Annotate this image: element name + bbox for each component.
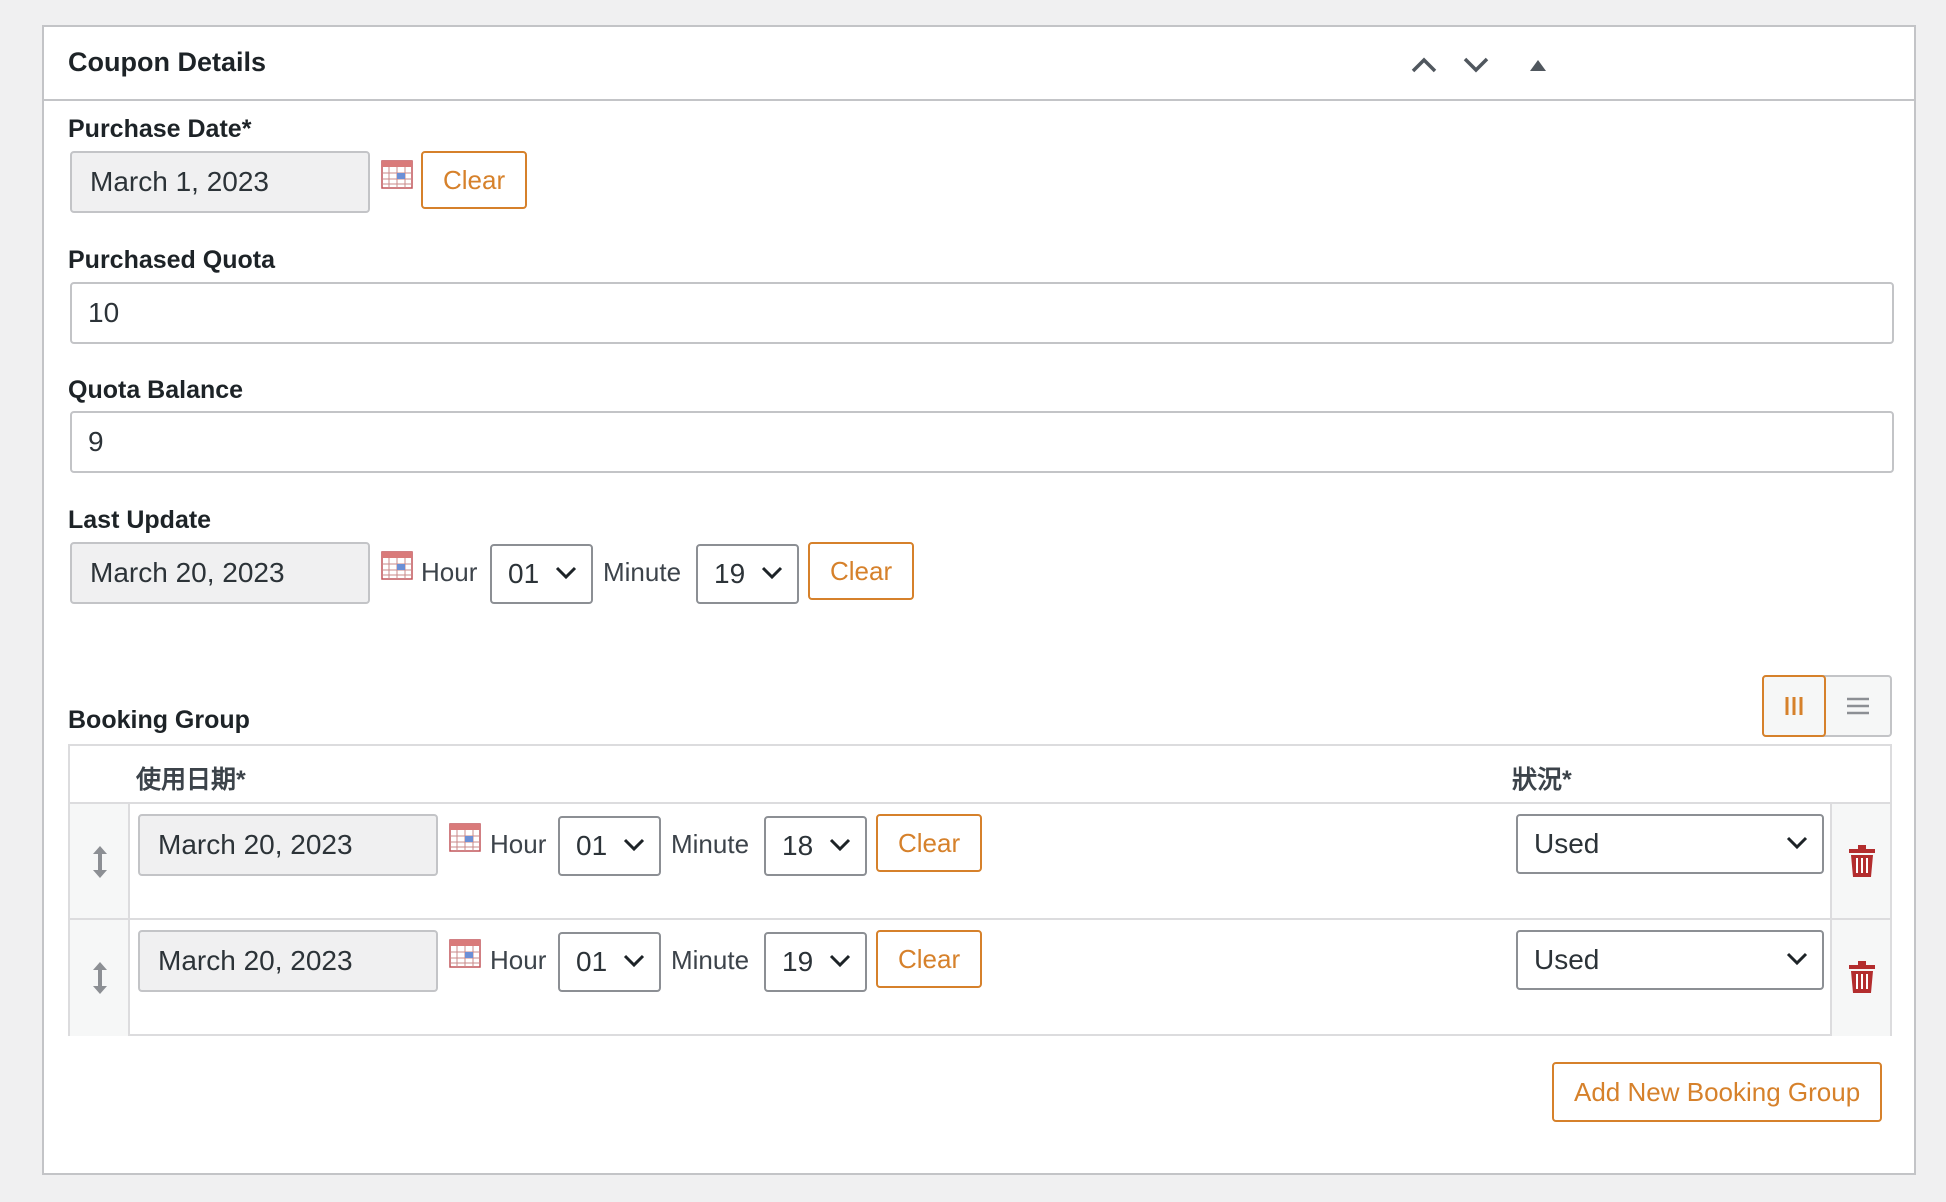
layout-toggle [1762, 675, 1892, 737]
chevron-down-icon [761, 566, 783, 580]
table-layout-button[interactable] [1762, 675, 1826, 737]
chevron-down-icon [829, 954, 851, 968]
quota-balance-input[interactable]: 9 [70, 411, 1894, 473]
move-up-button[interactable] [1404, 45, 1444, 85]
row-date-input[interactable]: March 20, 2023 [138, 930, 438, 992]
last-update-hour-label: Hour [421, 557, 478, 587]
panel-title: Coupon Details [68, 47, 267, 77]
quota-balance-label: Quota Balance [68, 376, 244, 404]
chevron-down-icon [1786, 952, 1808, 966]
row-minute-select[interactable]: 19 [764, 932, 867, 992]
column-header-usage-date: 使用日期* [136, 766, 246, 794]
chevron-down-icon [829, 838, 851, 852]
table-row: March 20, 2023 Hour 01 Minute 18 Clear U… [70, 804, 1890, 920]
row-clear-button[interactable]: Clear [876, 930, 983, 988]
row-clear-button[interactable]: Clear [876, 814, 983, 872]
row-minute-select[interactable]: 18 [764, 816, 867, 876]
table-row: March 20, 2023 Hour 01 Minute 19 Clear U… [70, 920, 1890, 1036]
table-header: 使用日期* 狀況* [70, 746, 1890, 804]
last-update-date-input[interactable]: March 20, 2023 [70, 542, 370, 604]
drag-handle-icon[interactable] [88, 960, 112, 996]
drag-handle-icon[interactable] [88, 844, 112, 880]
chevron-down-icon [555, 566, 577, 580]
purchase-date-label: Purchase Date* [68, 115, 252, 143]
booking-group-label: Booking Group [68, 706, 250, 734]
row-hour-select[interactable]: 01 [558, 932, 661, 992]
booking-group-table: 使用日期* 狀況* March 20, 2023 Hour 01 Minute … [68, 744, 1892, 1036]
calendar-icon[interactable] [449, 938, 481, 968]
row-handle-cell [70, 804, 130, 918]
last-update-label: Last Update [68, 506, 212, 534]
row-hour-label: Hour [490, 829, 547, 859]
chevron-down-icon [1786, 836, 1808, 850]
row-handle-cell [70, 920, 130, 1036]
calendar-icon[interactable] [381, 550, 413, 580]
last-update-clear-button[interactable]: Clear [808, 542, 915, 600]
chevron-down-icon [1463, 57, 1489, 73]
last-update-minute-value: 19 [714, 558, 746, 589]
add-new-booking-group-button[interactable]: Add New Booking Group [1552, 1062, 1883, 1122]
row-status-select[interactable]: Used [1516, 814, 1824, 874]
row-minute-label: Minute [671, 945, 750, 975]
row-status-value: Used [1534, 944, 1600, 975]
triangle-up-icon [1530, 60, 1546, 71]
chevron-down-icon [623, 954, 645, 968]
row-hour-value: 01 [576, 830, 608, 861]
last-update-hour-select[interactable]: 01 [490, 544, 593, 604]
row-minute-value: 19 [782, 946, 814, 977]
purchased-quota-input[interactable]: 10 [70, 282, 1894, 344]
row-hour-label: Hour [490, 945, 547, 975]
row-minute-label: Minute [671, 829, 750, 859]
purchased-quota-label: Purchased Quota [68, 246, 275, 274]
trash-icon[interactable] [1848, 960, 1876, 994]
last-update-hour-value: 01 [508, 558, 540, 589]
row-hour-select[interactable]: 01 [558, 816, 661, 876]
row-delete-cell [1830, 920, 1890, 1036]
rows-icon [1847, 697, 1869, 715]
block-layout-button[interactable] [1826, 677, 1890, 735]
row-status-value: Used [1534, 828, 1600, 859]
move-down-button[interactable] [1456, 45, 1496, 85]
row-status-select[interactable]: Used [1516, 930, 1824, 990]
chevron-down-icon [623, 838, 645, 852]
row-date-input[interactable]: March 20, 2023 [138, 814, 438, 876]
calendar-icon[interactable] [381, 159, 413, 189]
panel-header: Coupon Details [44, 27, 1914, 101]
calendar-icon[interactable] [449, 822, 481, 852]
last-update-minute-select[interactable]: 19 [696, 544, 799, 604]
collapse-toggle-button[interactable] [1518, 45, 1558, 85]
purchase-date-input[interactable]: March 1, 2023 [70, 151, 370, 213]
row-hour-value: 01 [576, 946, 608, 977]
row-delete-cell [1830, 804, 1890, 918]
purchase-date-clear-button[interactable]: Clear [421, 151, 528, 209]
trash-icon[interactable] [1848, 844, 1876, 878]
last-update-minute-label: Minute [603, 557, 682, 587]
row-minute-value: 18 [782, 830, 814, 861]
chevron-up-icon [1411, 57, 1437, 73]
column-header-status: 狀況* [1512, 766, 1572, 794]
columns-icon [1785, 697, 1803, 715]
